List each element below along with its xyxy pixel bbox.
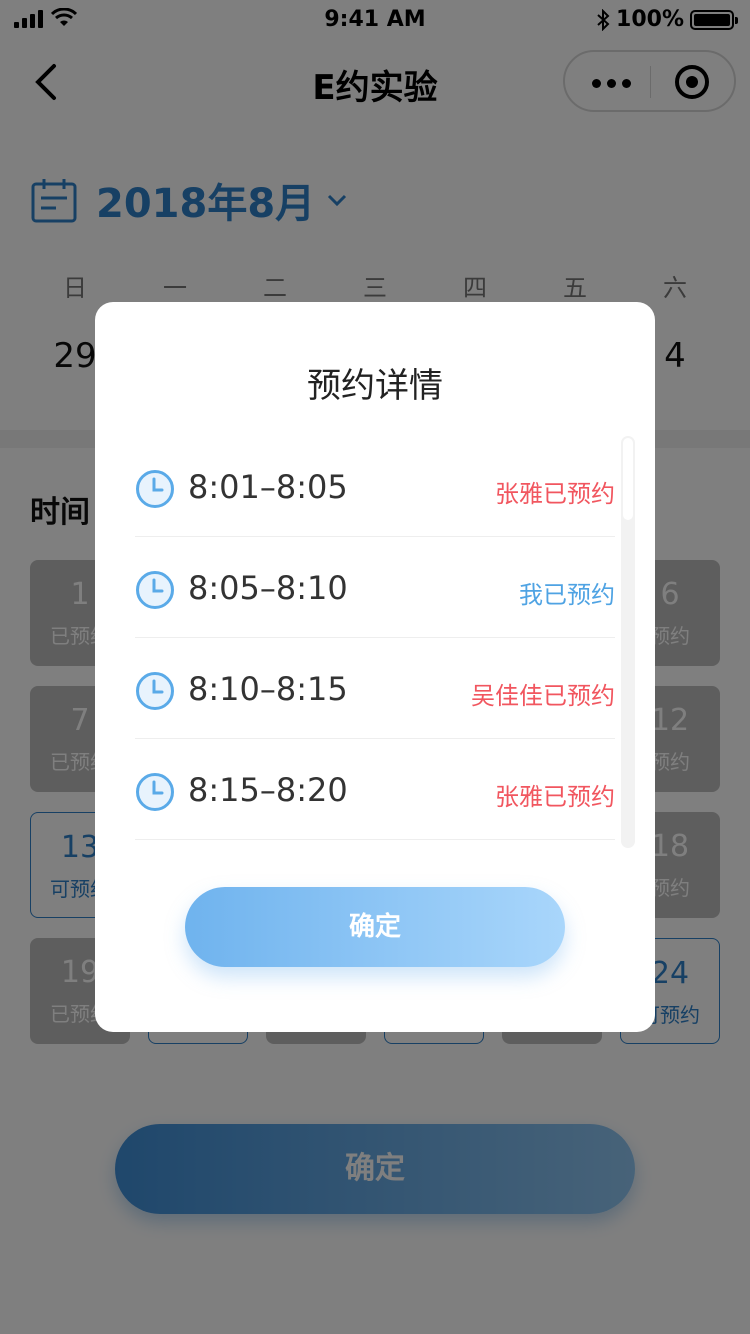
booking-row: 8:01–8:05 张雅已预约 bbox=[135, 436, 615, 537]
booking-time: 8:01–8:05 bbox=[188, 468, 348, 506]
booking-owner: 张雅已预约 bbox=[495, 480, 615, 508]
scrollbar[interactable] bbox=[621, 436, 635, 848]
booking-list[interactable]: 8:01–8:05 张雅已预约 8:05–8:10 我已预约 8:10–8:15… bbox=[135, 436, 615, 846]
booking-row: 8:10–8:15 吴佳佳已预约 bbox=[135, 638, 615, 739]
clock-icon bbox=[136, 773, 174, 811]
booking-time: 8:15–8:20 bbox=[188, 771, 348, 809]
clock-icon bbox=[136, 470, 174, 508]
booking-time: 8:10–8:15 bbox=[188, 670, 348, 708]
booking-detail-modal: 预约详情 8:01–8:05 张雅已预约 8:05–8:10 我已预约 8:10… bbox=[95, 302, 655, 1032]
booking-owner: 张雅已预约 bbox=[495, 783, 615, 811]
booking-row: 8:15–8:20 张雅已预约 bbox=[135, 739, 615, 840]
booking-row: 8:05–8:10 我已预约 bbox=[135, 537, 615, 638]
booking-owner: 我已预约 bbox=[519, 581, 615, 609]
modal-title: 预约详情 bbox=[307, 366, 443, 406]
booking-owner: 吴佳佳已预约 bbox=[471, 682, 615, 710]
clock-icon bbox=[136, 672, 174, 710]
modal-confirm-button[interactable]: 确定 bbox=[185, 887, 565, 967]
clock-icon bbox=[136, 571, 174, 609]
scrollbar-thumb[interactable] bbox=[623, 438, 633, 520]
booking-time: 8:05–8:10 bbox=[188, 569, 348, 607]
